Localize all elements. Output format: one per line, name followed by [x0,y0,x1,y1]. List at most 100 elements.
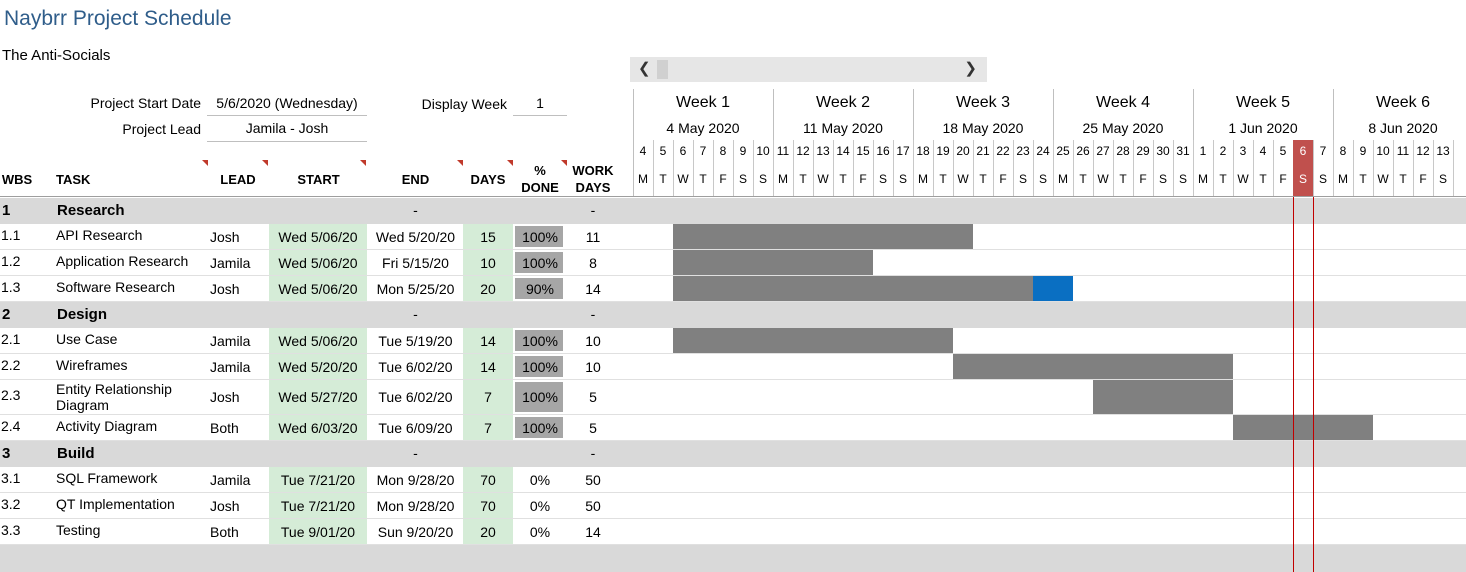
day-number: 5 [659,144,667,158]
task-name[interactable]: Entity Relationship Diagram [56,381,206,413]
project-start-field[interactable]: 5/6/2020 (Wednesday) [207,95,367,116]
gantt-bar-done[interactable] [673,224,973,249]
task-days[interactable]: 7 [463,389,513,405]
day-divider [1453,140,1454,196]
task-days[interactable]: 14 [463,333,513,349]
day-number: 6 [679,144,687,158]
gantt-bar-done[interactable] [1233,415,1373,440]
scroll-left-icon[interactable]: ❮ [638,59,651,77]
task-name[interactable]: QT Implementation [56,496,206,512]
day-letter: S [878,172,887,186]
task-pct-done[interactable]: 100% [513,255,567,271]
comment-marker [262,160,268,166]
task-days[interactable]: 20 [463,281,513,297]
task-work-days: 14 [585,281,601,297]
gantt-bar-done[interactable] [1093,380,1233,414]
task-days[interactable]: 70 [463,498,513,514]
task-name[interactable]: Application Research [56,253,206,269]
day-letter: M [638,172,648,186]
task-start[interactable]: Wed 6/03/20 [269,420,367,436]
task-days[interactable]: 15 [463,229,513,245]
task-days[interactable]: 20 [463,524,513,540]
day-number: 2 [1219,144,1227,158]
day-number: 21 [976,144,990,158]
row-divider [0,353,1466,354]
gantt-bar-done[interactable] [673,276,1033,301]
day-number: 25 [1056,144,1070,158]
task-name[interactable]: Software Research [56,279,206,295]
task-days[interactable]: 10 [463,255,513,271]
task-start[interactable]: Wed 5/06/20 [269,281,367,297]
task-start[interactable]: Wed 5/06/20 [269,229,367,245]
day-letter: T [1359,172,1367,186]
task-name[interactable]: API Research [56,227,206,243]
task-lead[interactable]: Josh [210,281,266,297]
week-title: Week 6 [1376,94,1430,111]
gantt-bar-done[interactable] [673,250,873,275]
task-name[interactable]: Wireframes [56,357,206,373]
column-header-start: START [297,172,340,187]
task-pct-done[interactable]: 100% [513,389,567,405]
scroll-right-icon[interactable]: ❯ [964,59,977,77]
phase-row [0,198,1466,224]
day-number: 27 [1096,144,1110,158]
task-name[interactable]: Activity Diagram [56,418,206,434]
task-pct-done[interactable]: 0% [513,524,567,540]
task-pct-done[interactable]: 100% [513,420,567,436]
task-days[interactable]: 70 [463,472,513,488]
task-start[interactable]: Wed 5/06/20 [269,333,367,349]
task-lead[interactable]: Jamila [210,255,266,271]
task-lead[interactable]: Josh [210,229,266,245]
task-start[interactable]: Wed 5/27/20 [269,389,367,405]
task-start[interactable]: Wed 5/20/20 [269,359,367,375]
task-lead[interactable]: Both [210,420,266,436]
task-pct-done[interactable]: 100% [513,229,567,245]
scroll-thumb[interactable] [657,60,668,79]
task-wbs: 1.3 [1,279,21,295]
gantt-bar-done[interactable] [953,354,1233,379]
task-days[interactable]: 14 [463,359,513,375]
task-pct-done[interactable]: 100% [513,359,567,375]
task-wbs: 3.1 [1,470,21,486]
week-start-date: 1 Jun 2020 [1228,120,1298,136]
day-letter: F [1419,172,1427,186]
phase-name: Research [57,202,125,219]
task-pct-done[interactable]: 0% [513,498,567,514]
task-name[interactable]: Testing [56,522,206,538]
task-pct-done[interactable]: 0% [513,472,567,488]
gantt-bar-remaining[interactable] [1033,276,1073,301]
task-end: Mon 9/28/20 [376,498,455,514]
task-start[interactable]: Tue 9/01/20 [269,524,367,540]
task-lead[interactable]: Josh [210,389,266,405]
task-wbs: 1.2 [1,253,21,269]
task-lead[interactable]: Josh [210,498,266,514]
task-end: Tue 6/09/20 [378,420,453,436]
display-week-field[interactable]: 1 [513,95,567,116]
task-pct-done[interactable]: 100% [513,333,567,349]
task-name[interactable]: SQL Framework [56,470,206,486]
task-days[interactable]: 7 [463,420,513,436]
column-header-work-days: WORK DAYS [567,163,619,195]
phase-name: Build [57,445,95,462]
task-pct-done[interactable]: 90% [513,281,567,297]
row-divider [0,379,1466,380]
task-end: Tue 5/19/20 [378,333,453,349]
project-lead-field[interactable]: Jamila - Josh [207,120,367,142]
task-lead[interactable]: Jamila [210,359,266,375]
day-number: 4 [639,144,647,158]
task-start[interactable]: Tue 7/21/20 [269,472,367,488]
task-start[interactable]: Tue 7/21/20 [269,498,367,514]
day-letter: M [1338,172,1348,186]
week-scrollbar[interactable]: ❮ ❯ [630,57,987,82]
phase-end: - [413,445,418,461]
task-name[interactable]: Use Case [56,331,206,347]
day-number: 7 [699,144,707,158]
task-lead[interactable]: Jamila [210,472,266,488]
day-letter: F [1279,172,1287,186]
task-lead[interactable]: Both [210,524,266,540]
task-start[interactable]: Wed 5/06/20 [269,255,367,271]
work-header-line1: WORK [572,163,614,178]
gantt-bar-done[interactable] [673,328,953,353]
task-lead[interactable]: Jamila [210,333,266,349]
week-title: Week 1 [676,94,730,111]
